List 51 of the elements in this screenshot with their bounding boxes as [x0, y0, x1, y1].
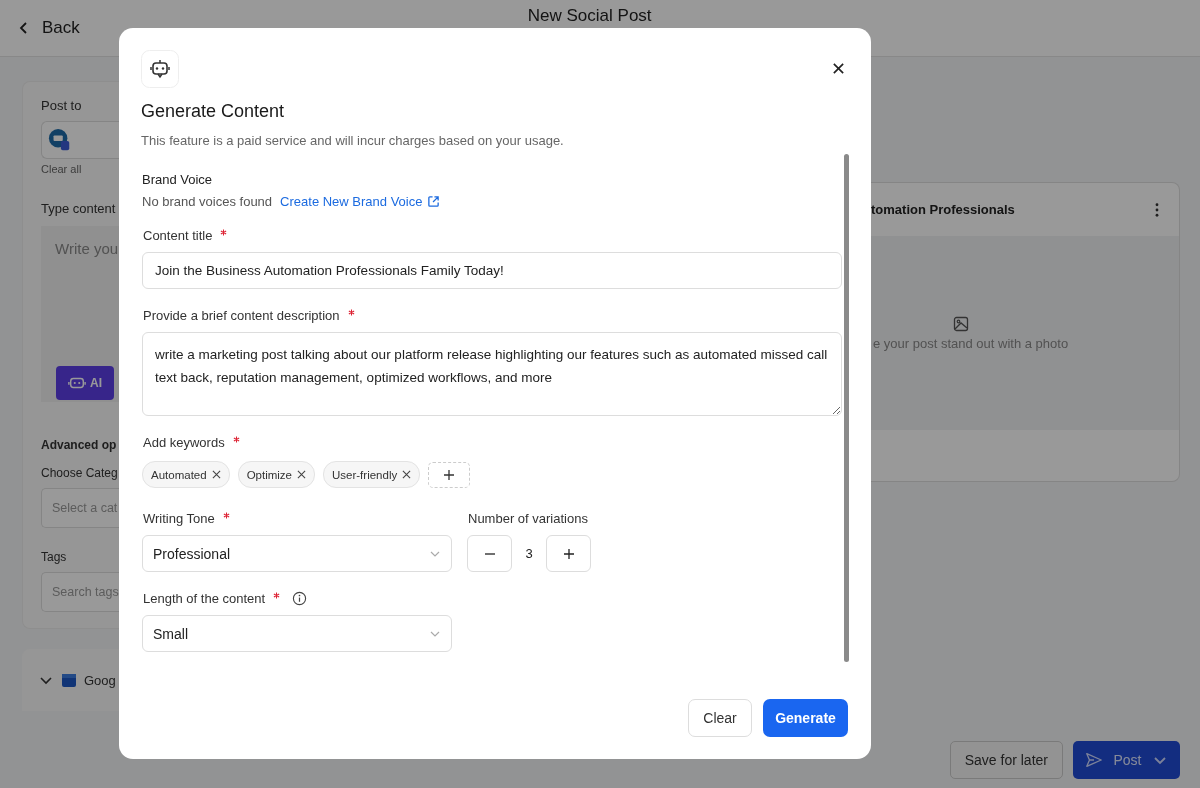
field-label: Type content	[41, 201, 117, 216]
remove-icon[interactable]	[297, 470, 306, 479]
account-row[interactable]: Goog	[22, 649, 119, 711]
account-avatar-icon	[48, 128, 72, 152]
field-label: Length of the content	[143, 590, 266, 606]
scrollbar[interactable]	[844, 154, 849, 662]
field-label: Tags	[41, 550, 68, 564]
keyword-chip[interactable]: Optimize	[237, 461, 315, 488]
info-icon[interactable]	[292, 590, 308, 606]
external-link-icon	[427, 195, 441, 208]
page-title: New Social Post	[527, 6, 652, 26]
store-icon	[60, 671, 78, 689]
plus-icon	[562, 547, 575, 560]
empty-state-text: No brand voices found	[142, 194, 273, 209]
field-label: Content title	[143, 227, 213, 243]
field-label: Post to	[41, 98, 83, 113]
robot-icon	[141, 50, 179, 88]
close-icon[interactable]	[832, 62, 845, 75]
clear-all-link[interactable]: Clear all	[41, 163, 119, 175]
dialog-title: Generate Content	[141, 101, 286, 122]
brand-voice-label: Brand Voice	[142, 172, 214, 187]
field-label: Provide a brief content description	[143, 307, 340, 323]
clear-button[interactable]: Clear	[688, 699, 752, 737]
content-title-field[interactable]: Join the Business Automation Professionals Family Today!	[142, 252, 842, 289]
back-button[interactable]: Back	[16, 18, 80, 38]
description-field[interactable]: write a marketing post talking about our platform release highlighting our features such as automated missed call text back, reputation management, optimized workflows, and more	[142, 332, 842, 416]
add-keyword-button[interactable]	[428, 461, 471, 488]
increase-button[interactable]	[546, 535, 591, 572]
ai-button[interactable]: AI	[56, 366, 114, 400]
remove-icon[interactable]	[211, 470, 221, 479]
field-label: Number of variations	[467, 510, 589, 526]
paid-service-notice: This feature is a paid service and will incur charges based on your usage.	[141, 133, 565, 148]
field-label: Writing Tone	[143, 510, 215, 526]
plus-icon	[443, 468, 456, 481]
image-icon	[953, 315, 969, 332]
field-label: Add keywords	[143, 434, 225, 450]
keyword-chip[interactable]: User-friendly	[323, 461, 421, 488]
send-icon	[1085, 751, 1104, 769]
field-label: Choose Categ	[41, 466, 119, 480]
post-button[interactable]: Post	[1073, 741, 1180, 779]
section-heading: Advanced op	[41, 438, 118, 452]
writing-tone-select[interactable]: Professional	[142, 535, 452, 572]
generate-button[interactable]: Generate	[763, 699, 848, 737]
content-length-select[interactable]: Small	[142, 615, 452, 652]
keyword-chip[interactable]: Automated	[142, 461, 230, 488]
create-brand-voice-link[interactable]: Create New Brand Voice	[280, 194, 441, 209]
variations-count: 3	[524, 546, 534, 561]
save-for-later-button[interactable]: Save for later	[949, 741, 1063, 779]
remove-icon[interactable]	[402, 470, 412, 479]
preview-account-name: tomation Professionals	[871, 202, 1015, 217]
more-options-icon[interactable]	[1155, 202, 1159, 217]
